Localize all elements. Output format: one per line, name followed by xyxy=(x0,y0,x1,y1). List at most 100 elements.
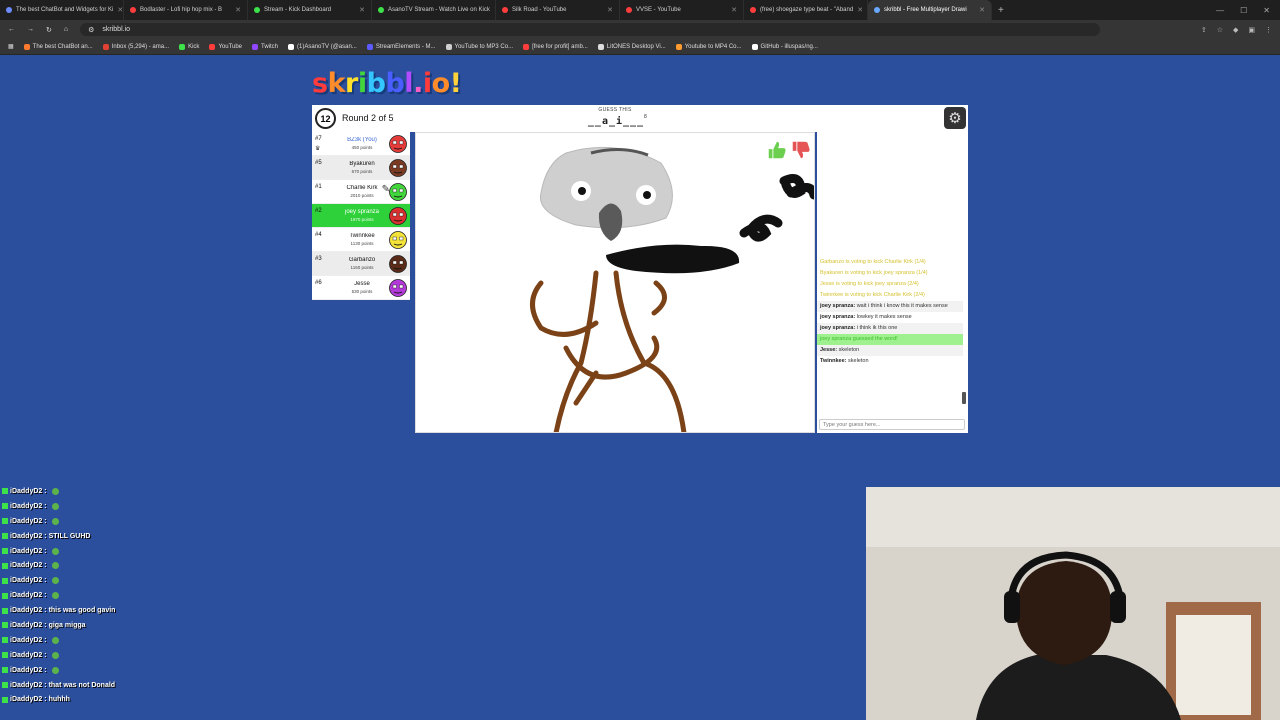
tab-close-icon[interactable]: ✕ xyxy=(359,6,365,14)
extension-icon[interactable]: ◆ xyxy=(1233,26,1238,34)
stream-chat-user: iDaddyD2 : xyxy=(10,562,47,570)
player-points: 530 points xyxy=(351,289,373,294)
chat-text: lowkey it makes sense xyxy=(856,314,912,320)
menu-icon[interactable]: ⋮ xyxy=(1265,26,1272,34)
bookmark-item[interactable]: [free for profit] amb... xyxy=(523,43,588,50)
browser-tab[interactable]: Silk Road - YouTube ✕ xyxy=(496,0,620,20)
stream-chat-user: iDaddyD2 : xyxy=(10,651,47,659)
address-bar-row: ← → ↻ ⌂ ⚙ skribbl.io ⇪ ☆ ◆ ▣ ⋮ xyxy=(0,20,1280,39)
stream-chat-user: iDaddyD2 : xyxy=(10,681,47,689)
drawing xyxy=(530,146,814,432)
browser-tab[interactable]: (free) shoegaze type beat - "Aband ✕ xyxy=(744,0,868,20)
reload-icon[interactable]: ↻ xyxy=(46,26,52,34)
chat-text: joey spranza guessed the word! xyxy=(820,336,898,342)
kick-badge-icon xyxy=(2,592,8,599)
bookmark-item[interactable]: YouTube xyxy=(209,43,242,50)
kick-badge-icon xyxy=(2,637,8,644)
bookmark-item[interactable]: YouTube to MP3 Co... xyxy=(445,43,513,50)
share-icon[interactable]: ⇪ xyxy=(1201,26,1207,34)
minimize-icon[interactable]: — xyxy=(1216,6,1224,15)
player-points: 670 points xyxy=(351,169,373,174)
browser-tab-bar: The best ChatBot and Widgets for Ki ✕ Bodl… xyxy=(0,0,1280,20)
stream-chat-overlay: iDaddyD2 : iDaddyD2 : iDaddyD2 : iDaddyD2 :… xyxy=(2,484,202,720)
tab-favicon-icon xyxy=(750,7,756,13)
window-controls: — ☐ ✕ xyxy=(1216,6,1280,15)
url-text: skribbl.io xyxy=(102,26,131,33)
bookmark-label: Youtube to MP4 Co... xyxy=(684,43,742,50)
bookmark-item[interactable]: GitHub - illuspas/ng... xyxy=(751,43,818,50)
thumbs-down-icon[interactable] xyxy=(790,139,812,161)
webcam-feed xyxy=(866,487,1280,720)
stream-chat-line: iDaddyD2 : xyxy=(2,663,202,678)
round-indicator: Round 2 of 5 xyxy=(342,113,394,123)
bookmark-item[interactable]: StreamElements - M... xyxy=(366,43,436,50)
stream-chat-user: iDaddyD2 : xyxy=(10,502,47,510)
browser-tab[interactable]: Stream - Kick Dashboard ✕ xyxy=(248,0,372,20)
bookmark-item[interactable]: The best ChatBot an... xyxy=(23,43,93,50)
chat-message: Jesse: skeleton xyxy=(817,345,963,356)
player-row[interactable]: #5 Byakuren 670 points xyxy=(312,156,410,180)
stream-chat-line: iDaddyD2 : xyxy=(2,499,202,514)
bookmark-item[interactable]: Youtube to MP4 Co... xyxy=(675,43,742,50)
browser-tab[interactable]: VVSE - YouTube ✕ xyxy=(620,0,744,20)
extensions-menu-icon[interactable]: ▣ xyxy=(1248,26,1255,34)
bookmark-item[interactable]: Kick xyxy=(179,43,199,50)
browser-tab[interactable]: skribbl - Free Multiplayer Drawi ✕ xyxy=(868,0,992,20)
url-field[interactable]: ⚙ skribbl.io xyxy=(80,23,1101,36)
bookmark-star-icon[interactable]: ☆ xyxy=(1217,26,1223,34)
logo-letter: s xyxy=(312,68,328,99)
chat-text: Garbanzo is voting to kick Charlie Kirk … xyxy=(820,259,926,265)
bookmark-item[interactable]: (1)AsanoTV (@asan... xyxy=(288,43,357,50)
tab-close-icon[interactable]: ✕ xyxy=(607,6,613,14)
player-row[interactable]: #1 Charlie Kirk 2010 points ✎ xyxy=(312,180,410,204)
drawing-canvas[interactable] xyxy=(415,132,815,433)
forward-icon[interactable]: → xyxy=(27,26,34,33)
player-rank: #1 xyxy=(315,184,322,190)
settings-gear-icon[interactable]: ⚙ xyxy=(944,107,966,129)
browser-tab[interactable]: Bodlaster - Lofi hip hop mix - B ✕ xyxy=(124,0,248,20)
tab-close-icon[interactable]: ✕ xyxy=(117,6,123,14)
player-row[interactable]: #7 BZ3k (You) 450 points ♛ xyxy=(312,132,410,156)
bookmark-favicon-icon xyxy=(23,43,30,50)
browser-tab[interactable]: AsanoTV Stream - Watch Live on Kick✕ xyxy=(372,0,496,20)
chat-author: joey spranza: xyxy=(820,314,856,320)
close-window-icon[interactable]: ✕ xyxy=(1263,6,1270,15)
tab-close-icon[interactable]: ✕ xyxy=(731,6,737,14)
emote-icon xyxy=(51,547,59,555)
chat-scrollbar[interactable] xyxy=(962,258,966,408)
chat-message: joey spranza guessed the word! xyxy=(817,334,963,345)
tab-close-icon[interactable]: ✕ xyxy=(979,6,985,14)
stream-chat-user: iDaddyD2 : xyxy=(10,532,47,540)
bookmark-item[interactable]: Inbox (5,294) - ama... xyxy=(102,43,169,50)
tab-close-icon[interactable]: ✕ xyxy=(857,6,863,14)
bookmark-item[interactable]: Twitch xyxy=(252,43,278,50)
apps-grid-icon[interactable]: ▦ xyxy=(8,43,14,50)
stream-chat-user: iDaddyD2 : xyxy=(10,666,47,674)
maximize-icon[interactable]: ☐ xyxy=(1240,6,1247,15)
crown-icon: ♛ xyxy=(315,146,321,152)
guess-input[interactable] xyxy=(819,419,965,430)
new-tab-button[interactable]: + xyxy=(992,5,1010,16)
player-row[interactable]: #4 Twinnkee 1130 points xyxy=(312,228,410,252)
thumbs-up-icon[interactable] xyxy=(766,139,788,161)
player-rank: #7 xyxy=(315,136,322,142)
bookmark-item[interactable]: LitONES Desktop Vi... xyxy=(597,43,666,50)
browser-tab[interactable]: The best ChatBot and Widgets for Ki ✕ xyxy=(0,0,124,20)
site-info-icon[interactable]: ⚙ xyxy=(88,26,94,34)
logo-pencil: ! xyxy=(449,68,462,99)
chat-author: Jesse: xyxy=(820,347,838,353)
bookmark-favicon-icon xyxy=(252,43,259,50)
drawing-pupil-left xyxy=(578,187,586,195)
player-points: 450 points xyxy=(351,145,373,150)
home-icon[interactable]: ⌂ xyxy=(64,26,68,33)
drawing-body xyxy=(530,270,687,432)
back-icon[interactable]: ← xyxy=(8,26,15,33)
player-avatar xyxy=(389,159,407,177)
stream-chat-line: iDaddyD2 : STILL GUHD xyxy=(2,529,202,544)
kick-badge-icon xyxy=(2,577,8,584)
game-chat: Garbanzo is voting to kick Charlie Kirk … xyxy=(817,132,968,433)
player-row[interactable]: #2 joey spranza 1970 points xyxy=(312,204,410,228)
player-row[interactable]: #3 Garbanzo 1160 points xyxy=(312,252,410,276)
tab-close-icon[interactable]: ✕ xyxy=(235,6,241,14)
player-row[interactable]: #6 Jesse 530 points xyxy=(312,276,410,300)
